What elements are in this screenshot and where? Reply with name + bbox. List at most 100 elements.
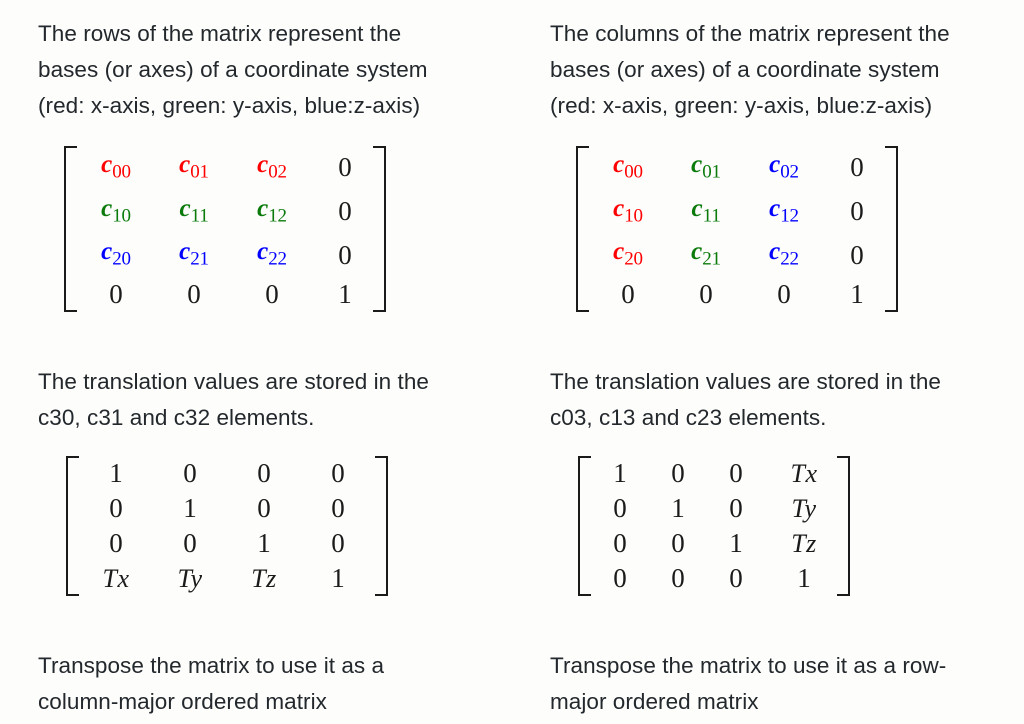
matrix-row: 0 0 0 1 [589, 277, 885, 312]
matrix-symbol: c21 [691, 238, 721, 271]
matrix-number: 0 [671, 528, 685, 559]
matrix-translation-symbol: Tz [791, 529, 817, 559]
matrix-translation-symbol: Tz [251, 564, 277, 594]
matrix-cell-r3-c2: 0 [745, 277, 823, 312]
matrix-row: 1 0 0 Tx [591, 456, 837, 491]
matrix-number: 0 [777, 279, 791, 310]
matrix-cell-r2-c3: 0 [823, 233, 885, 277]
matrix-cell-r3-c0: 0 [77, 277, 155, 312]
matrix-symbol: c00 [613, 151, 643, 183]
matrix-cell-r3-c1: Ty [153, 561, 227, 596]
matrix-right-bracket-icon [373, 146, 386, 313]
matrix-cell-r3-c0: 0 [589, 277, 667, 312]
matrix-cell-r2-c2: 1 [707, 526, 765, 561]
row-major-translation-matrix: 1 0 0 0 0 1 0 0 0 0 1 0 Tx Ty Tz 1 [38, 456, 490, 597]
matrix-number: 0 [850, 196, 864, 227]
matrix-cell-r0-c2: 0 [707, 456, 765, 491]
matrix-row: Tx Ty Tz 1 [79, 561, 375, 596]
column-major-intro-paragraph: The columns of the matrix represent the … [550, 16, 1002, 124]
matrix-cell-r2-c2: c22 [233, 233, 311, 277]
matrix-symbol: c02 [769, 151, 799, 183]
matrix-cell-r2-c3: Tz [765, 526, 837, 561]
matrix-cell-r0-c1: 0 [649, 456, 707, 491]
matrix-cell-r2-c1: c21 [155, 233, 233, 277]
matrix-cell-r2-c0: c20 [77, 233, 155, 277]
matrix-number: 0 [109, 528, 123, 559]
row-major-translation-note-line-2: c30, c31 and c32 elements. [38, 405, 315, 431]
matrix-cell-r0-c3: 0 [311, 146, 373, 190]
matrix-cell-r2-c0: c20 [589, 233, 667, 277]
matrix-left-bracket-icon [578, 456, 591, 597]
matrix-number: 0 [338, 196, 352, 227]
matrix-cell-r1-c2: 0 [227, 491, 301, 526]
row-major-column: The rows of the matrix represent the bas… [0, 16, 512, 724]
matrix-cell-r3-c1: 0 [155, 277, 233, 312]
matrix-number: 1 [331, 563, 345, 594]
matrix-number: 0 [187, 279, 201, 310]
row-major-intro-line-1: The rows of the matrix represent the [38, 21, 402, 46]
matrix-symbol: c11 [179, 194, 209, 227]
matrix-number: 0 [338, 239, 352, 270]
column-major-intro-line-1: The columns of the matrix represent the [550, 21, 950, 46]
matrix-row: c00 c01 c02 0 [77, 146, 373, 190]
matrix-number: 1 [797, 563, 811, 594]
row-major-conclusion-line-2: column-major ordered matrix [38, 689, 327, 715]
matrix-number: 0 [338, 152, 352, 183]
matrix-left-bracket-icon [66, 456, 79, 597]
matrix-cells: c00 c01 c02 0 c10 c11 c12 0 c20 c21 c22 0 0 0 0 1 [589, 146, 885, 312]
column-major-translation-note: The translation values are stored in the… [550, 364, 1002, 436]
matrix-cell-r3-c0: 0 [591, 561, 649, 596]
matrix-cell-r0-c2: 0 [227, 456, 301, 491]
matrix-number: 0 [183, 528, 197, 559]
matrix-number: 0 [729, 563, 743, 594]
matrix-cell-r1-c0: 0 [591, 491, 649, 526]
matrix-symbol: c01 [179, 151, 209, 183]
column-major-translation-matrix: 1 0 0 Tx 0 1 0 Ty 0 0 1 Tz 0 0 0 1 [550, 456, 1002, 597]
matrix-cell-r0-c1: 0 [153, 456, 227, 491]
page-root: The rows of the matrix represent the bas… [0, 0, 1024, 724]
matrix-cell-r0-c3: 0 [301, 456, 375, 491]
matrix-number: 0 [621, 279, 635, 310]
column-major-intro-line-3: (red: x-axis, green: y-axis, blue:z-axis… [550, 93, 933, 118]
matrix-number: 0 [671, 458, 685, 489]
matrix-cell-r0-c3: 0 [823, 146, 885, 190]
matrix-symbol: c12 [769, 194, 799, 227]
matrix-cell-r0-c0: 1 [79, 456, 153, 491]
matrix-cell-r2-c1: 0 [649, 526, 707, 561]
matrix-symbol: c10 [101, 194, 131, 227]
matrix-cell-r2-c2: c22 [745, 233, 823, 277]
matrix-number: 0 [850, 152, 864, 183]
matrix-cell-r0-c1: c01 [155, 146, 233, 190]
matrix-cells: 1 0 0 Tx 0 1 0 Ty 0 0 1 Tz 0 0 0 1 [591, 456, 837, 596]
matrix-symbol: c12 [257, 194, 287, 227]
matrix-number: 1 [850, 279, 864, 310]
matrix-right-bracket-icon [375, 456, 388, 597]
matrix-number: 0 [331, 528, 345, 559]
matrix-symbol: c02 [257, 151, 287, 183]
matrix-cell-r0-c2: c02 [233, 146, 311, 190]
matrix-cell-r2-c0: 0 [79, 526, 153, 561]
matrix-cell-r2-c3: 0 [311, 233, 373, 277]
matrix-number: 0 [613, 563, 627, 594]
matrix-cell-r1-c2: 0 [707, 491, 765, 526]
matrix-right-bracket-icon [885, 146, 898, 313]
matrix-row: 0 0 1 Tz [591, 526, 837, 561]
matrix-cell-r1-c3: 0 [301, 491, 375, 526]
matrix-number: 0 [729, 458, 743, 489]
matrix-row: 0 1 0 Ty [591, 491, 837, 526]
matrix-number: 0 [850, 239, 864, 270]
matrix-cell-r3-c2: 0 [707, 561, 765, 596]
matrix-symbol: c01 [691, 151, 721, 183]
matrix-cell-r0-c0: 1 [591, 456, 649, 491]
matrix-row: 0 1 0 0 [79, 491, 375, 526]
matrix-cell-r1-c1: c11 [155, 190, 233, 234]
matrix-left-bracket-icon [576, 146, 589, 313]
matrix-cell-r1-c1: 1 [153, 491, 227, 526]
row-major-translation-note: The translation values are stored in the… [38, 364, 490, 436]
matrix-number: 0 [109, 493, 123, 524]
matrix-symbol: c20 [613, 238, 643, 271]
matrix-cell-r3-c3: 1 [311, 277, 373, 312]
